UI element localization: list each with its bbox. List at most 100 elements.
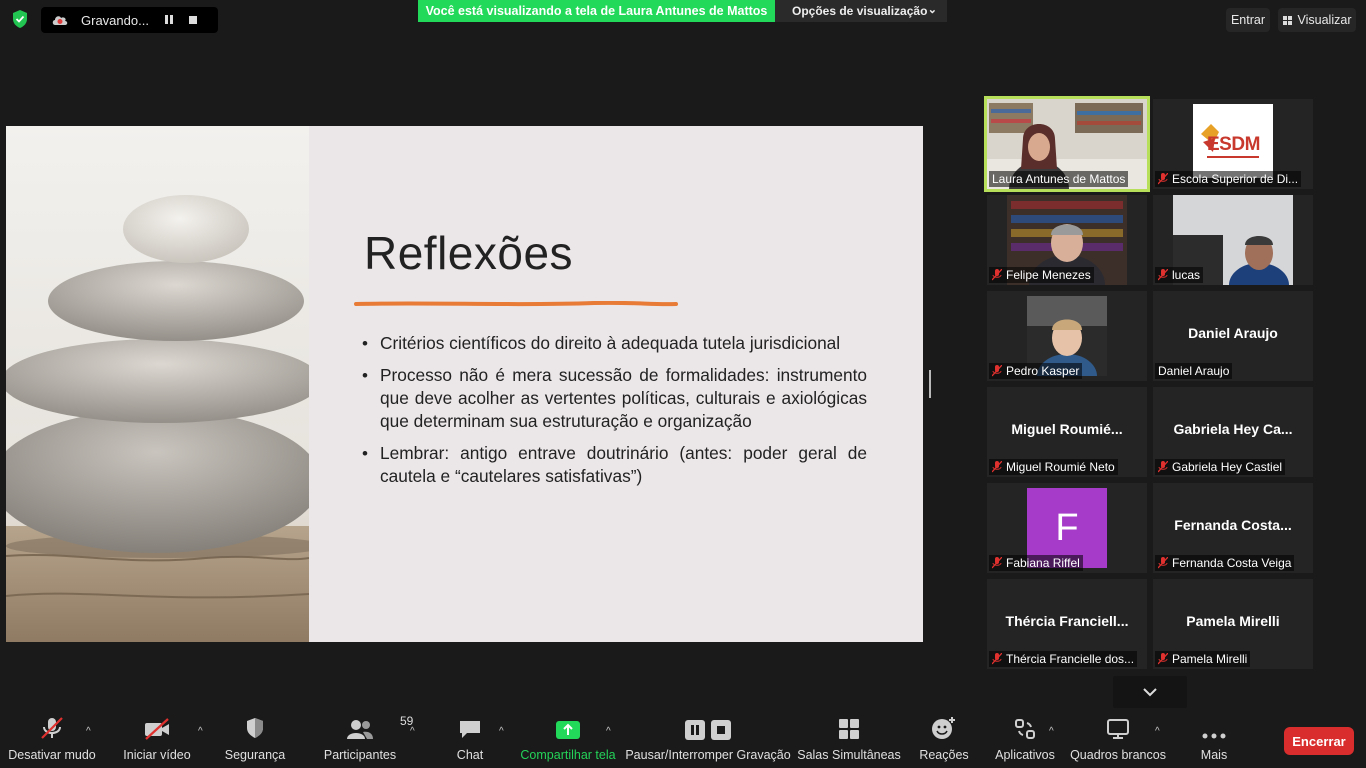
reactions-label: Reações [919, 748, 969, 762]
meeting-toolbar: Desativar mudo ^ Iniciar vídeo ^ Seguran… [0, 712, 1366, 768]
participant-name: Escola Superior de Di... [1172, 172, 1299, 186]
start-video-button[interactable]: Iniciar vídeo [122, 712, 192, 768]
participant-tile[interactable]: Laura Antunes de Mattos [984, 96, 1150, 192]
participant-name: Daniel Araujo [1158, 364, 1230, 378]
share-options-caret-icon[interactable]: ^ [606, 726, 611, 737]
share-screen-icon [556, 721, 580, 739]
pause-stop-recording-button[interactable]: Pausar/Interromper Gravação [625, 712, 791, 768]
mic-muted-icon [1158, 557, 1168, 569]
participants-label: Participantes [323, 748, 397, 762]
whiteboards-options-caret-icon[interactable]: ^ [1155, 726, 1160, 737]
stacked-stones-image [6, 126, 309, 642]
pause-recording-icon[interactable] [165, 11, 175, 29]
end-meeting-button[interactable]: Encerrar [1284, 727, 1354, 755]
esdm-logo-text: ESDM [1207, 134, 1260, 155]
video-options-caret-icon[interactable]: ^ [198, 726, 203, 737]
participant-name: lucas [1172, 268, 1201, 282]
reactions-button[interactable]: Reações [918, 712, 970, 768]
participant-name: Gabriela Hey Castiel [1172, 460, 1283, 474]
mic-muted-icon [992, 557, 1002, 569]
chat-options-caret-icon[interactable]: ^ [499, 726, 504, 737]
participant-name-tag: Pedro Kasper [989, 363, 1083, 379]
mic-muted-icon [992, 461, 1002, 473]
participant-tile[interactable]: Thércia Franciell... Thércia Francielle … [987, 579, 1147, 669]
mic-muted-icon [992, 653, 1002, 665]
share-screen-button[interactable]: Compartilhar tela [520, 712, 616, 768]
mic-muted-icon [41, 717, 63, 739]
gallery-next-page-button[interactable] [1113, 676, 1187, 708]
whiteboards-label: Quadros brancos [1070, 748, 1166, 762]
participant-tile[interactable]: Fernanda Costa... Fernanda Costa Veiga [1153, 483, 1313, 573]
security-shield-icon[interactable] [10, 9, 30, 29]
start-video-label: Iniciar vídeo [123, 748, 191, 762]
participant-name: Miguel Roumié Neto [1006, 460, 1115, 474]
viewing-share-banner: Você está visualizando a tela de Laura A… [418, 0, 775, 22]
unmute-button[interactable]: Desativar mudo [8, 712, 96, 768]
breakout-rooms-icon [839, 719, 859, 739]
participant-name-tag: lucas [1155, 267, 1204, 283]
view-layout-label: Visualizar [1297, 13, 1352, 27]
mic-muted-icon [1158, 269, 1168, 281]
participant-tile[interactable]: Felipe Menezes [987, 195, 1147, 285]
view-options-dropdown[interactable]: Opções de visualização ⌄ [775, 0, 947, 22]
enter-button[interactable]: Entrar [1226, 8, 1270, 32]
more-dots-icon [1202, 733, 1226, 739]
participant-name: Felipe Menezes [1006, 268, 1091, 282]
apps-button[interactable]: Aplicativos [994, 712, 1056, 768]
apps-label: Aplicativos [995, 748, 1055, 762]
shared-screen-slide: Reflexões Critérios científicos do direi… [6, 126, 923, 642]
whiteboards-button[interactable]: Quadros brancos [1070, 712, 1166, 768]
audio-options-caret-icon[interactable]: ^ [86, 726, 91, 737]
participant-display-name: Thércia Franciell... [1005, 613, 1129, 629]
participant-name-tag: Miguel Roumié Neto [989, 459, 1118, 475]
view-layout-button[interactable]: Visualizar [1278, 8, 1356, 32]
breakout-rooms-label: Salas Simultâneas [797, 748, 901, 762]
unmute-label: Desativar mudo [8, 748, 96, 762]
participant-name-tag: Escola Superior de Di... [1155, 171, 1302, 187]
more-button[interactable]: Mais [1196, 712, 1232, 768]
participant-name: Thércia Francielle dos... [1006, 652, 1135, 666]
participant-tile[interactable]: ESDM Escola Superior de Di... [1153, 99, 1313, 189]
participant-tile[interactable]: Miguel Roumié... Miguel Roumié Neto [987, 387, 1147, 477]
whiteboard-icon [1107, 719, 1129, 739]
participant-tile[interactable]: lucas [1153, 195, 1313, 285]
participant-name-tag: Fernanda Costa Veiga [1155, 555, 1295, 571]
pause-icon [685, 720, 705, 740]
pause-stop-recording-label: Pausar/Interromper Gravação [625, 748, 791, 762]
participant-tile[interactable]: Pedro Kasper [987, 291, 1147, 381]
security-button[interactable]: Segurança [222, 712, 288, 768]
recording-indicator: Gravando... [41, 7, 218, 33]
participants-button[interactable]: 59 Participantes [322, 712, 414, 768]
participant-name-tag: Laura Antunes de Mattos [989, 171, 1129, 187]
slide-bullet: Processo não é mera sucessão de formalid… [362, 364, 867, 433]
video-off-icon [145, 718, 169, 740]
participant-tile[interactable]: Pamela Mirelli Pamela Mirelli [1153, 579, 1313, 669]
slide-bullet: Critérios científicos do direito à adequ… [362, 332, 867, 355]
participant-tile[interactable]: F Fabiana Riffel [987, 483, 1147, 573]
chevron-down-icon [1143, 688, 1157, 697]
esdm-logo: ESDM [1193, 104, 1273, 178]
participant-tile[interactable]: Daniel Araujo Daniel Araujo [1153, 291, 1313, 381]
stop-recording-icon[interactable] [189, 16, 197, 24]
participants-icon [347, 720, 373, 739]
chat-label: Chat [456, 748, 484, 762]
recording-label: Gravando... [81, 12, 149, 28]
more-label: Mais [1200, 748, 1228, 762]
breakout-rooms-button[interactable]: Salas Simultâneas [797, 712, 901, 768]
mic-muted-icon [1158, 173, 1168, 185]
participant-name-tag: Gabriela Hey Castiel [1155, 459, 1286, 475]
mic-muted-icon [992, 365, 1002, 377]
share-screen-label: Compartilhar tela [520, 748, 616, 762]
mic-muted-icon [992, 269, 1002, 281]
participant-name: Fabiana Riffel [1006, 556, 1080, 570]
mic-muted-icon [1158, 653, 1168, 665]
participant-name-tag: Daniel Araujo [1155, 363, 1233, 379]
participants-options-caret-icon[interactable]: ^ [410, 726, 415, 737]
chat-button[interactable]: Chat [450, 712, 490, 768]
cloud-recording-icon [52, 16, 68, 25]
participant-display-name: Gabriela Hey Ca... [1173, 421, 1293, 437]
panel-resize-handle[interactable] [929, 370, 931, 398]
apps-options-caret-icon[interactable]: ^ [1049, 726, 1054, 737]
participant-tile[interactable]: Gabriela Hey Ca... Gabriela Hey Castiel [1153, 387, 1313, 477]
participant-name: Laura Antunes de Mattos [992, 172, 1126, 186]
